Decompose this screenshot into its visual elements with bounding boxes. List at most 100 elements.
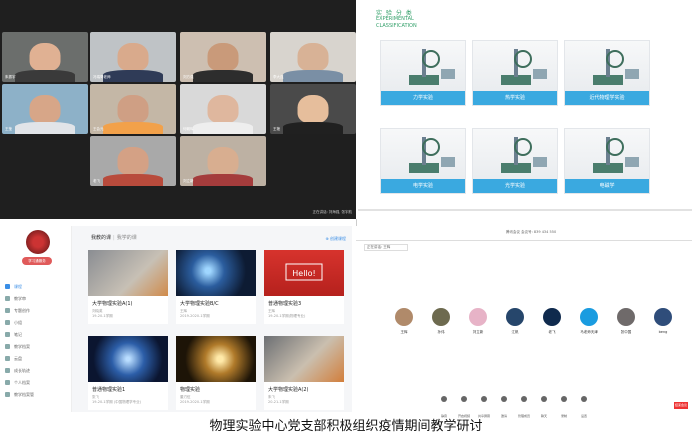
meeting-info: 腾讯会议 会议号: 839 434 550 [506,230,557,234]
course-card[interactable]: Hello! 普通物理实验3 王辉 19-20-1学期(物理专业) [264,250,344,324]
course-meta: 王辉 19-20-1学期(物理专业) [268,309,306,318]
experiment-category-card[interactable]: 热学实验 [472,40,558,106]
tab-learning[interactable]: 我学的课 [117,235,137,241]
avatar [395,308,413,326]
participant-face [207,95,239,123]
video-tile[interactable]: 王会元 [90,84,176,134]
participant-avatar[interactable]: 老飞 [540,308,564,335]
apparatus-image [381,129,465,181]
course-card[interactable]: 大学物理实验A(1) 刘晓英 19-20-1学期 [88,250,168,324]
participant-name: 李大连 [273,75,284,79]
participant-face [29,95,61,123]
avatar [654,308,672,326]
video-tile[interactable]: 何朝晖 [180,84,266,134]
participant-avatar[interactable]: 王辉 [392,308,416,335]
toolbar-icon [501,396,507,402]
course-thumbnail: Hello! [264,250,344,296]
tab-teaching[interactable]: 我教的课 [91,235,111,241]
header-divider [356,240,692,241]
sidebar-item[interactable]: 笔记 [5,332,22,338]
menu-icon [5,308,10,313]
avatar [617,308,635,326]
menu-icon [5,284,10,289]
sidebar-item[interactable]: 专题创作 [5,308,30,314]
participant-name: 王辉 [400,330,408,334]
sidebar-item[interactable]: 教学审 [5,296,26,302]
participant-avatar[interactable]: 马老师天津 [577,308,601,335]
experiment-category-card[interactable]: 电磁学 [564,128,650,194]
toolbar-icon [541,396,547,402]
course-thumbnail [264,336,344,382]
participant-face [207,43,239,71]
course-name: 普通物理实验1 [92,387,126,393]
experiment-category-card[interactable]: 力学实验 [380,40,466,106]
sidebar-item[interactable]: 课程 [5,284,22,290]
sidebar-item[interactable]: 教学档案管 [5,392,34,398]
category-label: 电学实验 [381,179,465,193]
video-tile[interactable]: 王莹 [2,84,88,134]
participant-name: 老飞 [548,330,556,334]
participant-avatar[interactable]: beng [651,308,675,334]
participant-name: 老飞 [93,179,100,183]
participant-body [14,122,76,134]
course-card[interactable]: 普通物理实验1 张飞 19-20-1学期 (中国物理学专业) [88,336,168,410]
avatar[interactable] [26,230,50,254]
participant-avatar[interactable]: 江帆 [503,308,527,335]
course-name: 大学物理实验A(1) [92,301,133,307]
course-name: 大学物理实验B/C [180,301,219,307]
video-tile[interactable]: 刘方强 [180,32,266,82]
video-tile[interactable]: 老飞 [90,136,176,186]
participant-name: 刘立新 [472,330,484,334]
apparatus-image [381,41,465,93]
toolbar-icon [481,396,487,402]
course-thumbnail [176,336,256,382]
sidebar-item[interactable]: 教学档案 [5,344,30,350]
course-thumbnail [176,250,256,296]
video-tile[interactable]: 李大连 [270,32,356,82]
experiment-category-card[interactable]: 电学实验 [380,128,466,194]
course-card[interactable]: 大学物理实验A(2) 朱飞 20-21-1学期 [264,336,344,410]
sidebar-item[interactable]: 成长轨迹 [5,368,30,374]
video-tile[interactable]: 朱振宇 [2,32,88,82]
category-label: 近代物理学实验 [565,91,649,105]
course-thumbnail [88,336,168,382]
participant-avatar[interactable]: 刘立新 [466,308,490,335]
course-card[interactable]: 大学物理实验B/C 王辉 2019-2020-1学期 [176,250,256,324]
participant-body [192,122,254,134]
menu-icon [5,320,10,325]
create-course-button[interactable]: ⊕ 创建课程 [325,236,346,242]
experiment-category-card[interactable]: 光学实验 [472,128,558,194]
participant-avatar[interactable]: 张中国 [614,308,638,335]
video-tile[interactable]: 刘立新 [180,136,266,186]
video-tile[interactable]: 王艳 [270,84,356,134]
toolbar-icon [521,396,527,402]
course-name: 普通物理实验3 [268,301,302,307]
video-tile[interactable]: 冯瑞哥老师 [90,32,176,82]
category-label: 光学实验 [473,179,557,193]
service-badge[interactable]: 学习通服务 [22,257,52,265]
toolbar-icon [441,396,447,402]
participant-name: 王会元 [93,127,104,131]
participant-body [102,70,164,82]
participant-name: 王艳 [273,127,280,131]
course-meta: 王辉 2019-2020-1学期 [180,309,210,318]
participant-face [207,147,239,175]
course-meta: 董刃伍 2019-2020-1学期 [180,395,210,404]
end-meeting-button[interactable]: 结束会议 [674,402,688,409]
course-meta: 张飞 19-20-1学期 (中国物理学专业) [92,395,142,404]
avatar [469,308,487,326]
sidebar-item[interactable]: 个人档案 [5,380,30,386]
participant-name: 马老师天津 [580,330,598,334]
participant-avatar[interactable]: 孙伟 [429,308,453,335]
menu-icon [5,296,10,301]
speaking-chip: 正在讲话: 王辉 [364,244,408,251]
toolbar-icon [581,396,587,402]
course-card[interactable]: 物理实验 董刃伍 2019-2020-1学期 [176,336,256,410]
experiment-category-card[interactable]: 近代物理学实验 [564,40,650,106]
apparatus-image [473,129,557,181]
sidebar-item[interactable]: 小组 [5,320,22,326]
apparatus-image [565,129,649,181]
participant-name: 冯瑞哥老师 [93,75,111,79]
participant-body [282,70,344,82]
sidebar-item[interactable]: 云盘 [5,356,22,362]
